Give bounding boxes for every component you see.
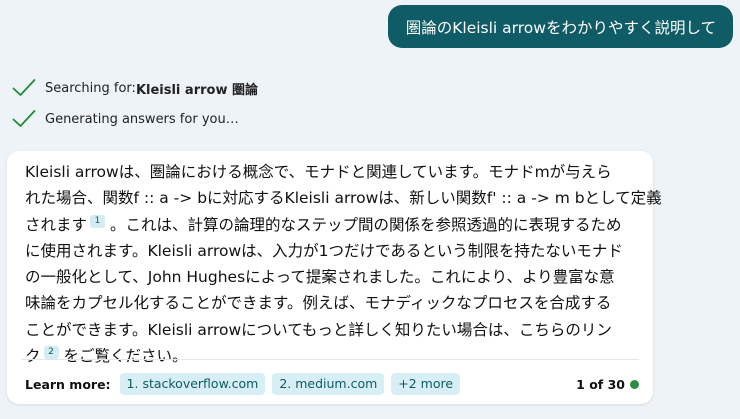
answer-line: ク 2 をご覧ください。 — [25, 343, 639, 369]
answer-line: Kleisli arrowは、圏論における概念で、モナドと関連しています。モナド… — [25, 163, 612, 181]
card-divider — [21, 359, 639, 360]
status-generating: Generating answers for you… — [12, 108, 258, 130]
citation-1[interactable]: 1 — [90, 214, 106, 228]
status-list: Searching for: Kleisli arrow 圏論 Generati… — [12, 77, 258, 139]
response-counter: 1 of 30 — [576, 377, 639, 392]
user-message-text: 圏論のKleisli arrowをわかりやすく説明して — [405, 18, 716, 37]
answer-line-fragment: されます — [25, 215, 88, 234]
answer-card: Kleisli arrowは、圏論における概念で、モナドと関連しています。モナド… — [7, 151, 662, 404]
answer-line-fragment: 。これは、計算の論理的なステップ間の関係を参照透過的に表現するため — [110, 215, 622, 234]
status-generating-text: Generating answers for you… — [45, 111, 239, 127]
status-searching-prefix: Searching for: — [45, 80, 136, 96]
user-message-bubble: 圏論のKleisli arrowをわかりやすく説明して — [387, 5, 733, 48]
checkmark-icon — [12, 110, 36, 127]
answer-line-fragment: をご覧ください。 — [63, 347, 188, 366]
answer-line: ことができます。Kleisli arrowについてもっと詳しく知りたい場合は、こ… — [25, 320, 612, 339]
status-searching-query: Kleisli arrow 圏論 — [135, 82, 258, 98]
answer-line-fragment: ク — [25, 347, 41, 366]
learn-more-bar: Learn more: 1. stackoverflow.com 2. medi… — [25, 373, 639, 395]
citation-2[interactable]: 2 — [43, 346, 59, 360]
checkmark-icon — [12, 79, 36, 96]
answer-line: 味論をカプセル化することができます。例えば、モナディックなプロセスを合成する — [25, 294, 612, 313]
learn-more-label: Learn more: — [25, 376, 111, 392]
answer-line: されます 1 。これは、計算の論理的なステップ間の関係を参照透過的に表現するため — [25, 212, 639, 238]
more-sources-button[interactable]: +2 more — [391, 373, 461, 395]
status-searching: Searching for: Kleisli arrow 圏論 — [12, 77, 258, 99]
source-link-stackoverflow[interactable]: 1. stackoverflow.com — [119, 373, 266, 395]
answer-line: れた場合、関数f :: a -> bに対応するKleisli arrowは、新し… — [25, 189, 662, 208]
source-link-medium[interactable]: 2. medium.com — [272, 373, 385, 395]
response-counter-text: 1 of 30 — [576, 376, 625, 392]
answer-line: の一般化として、John Hughesによって提案されました。これにより、より豊… — [25, 268, 615, 287]
status-dot-icon — [630, 379, 639, 389]
answer-text: Kleisli arrowは、圏論における概念で、モナドと関連しています。モナド… — [25, 159, 662, 369]
answer-line: に使用されます。Kleisli arrowは、入力が1つだけであるという制限を持… — [25, 241, 623, 260]
